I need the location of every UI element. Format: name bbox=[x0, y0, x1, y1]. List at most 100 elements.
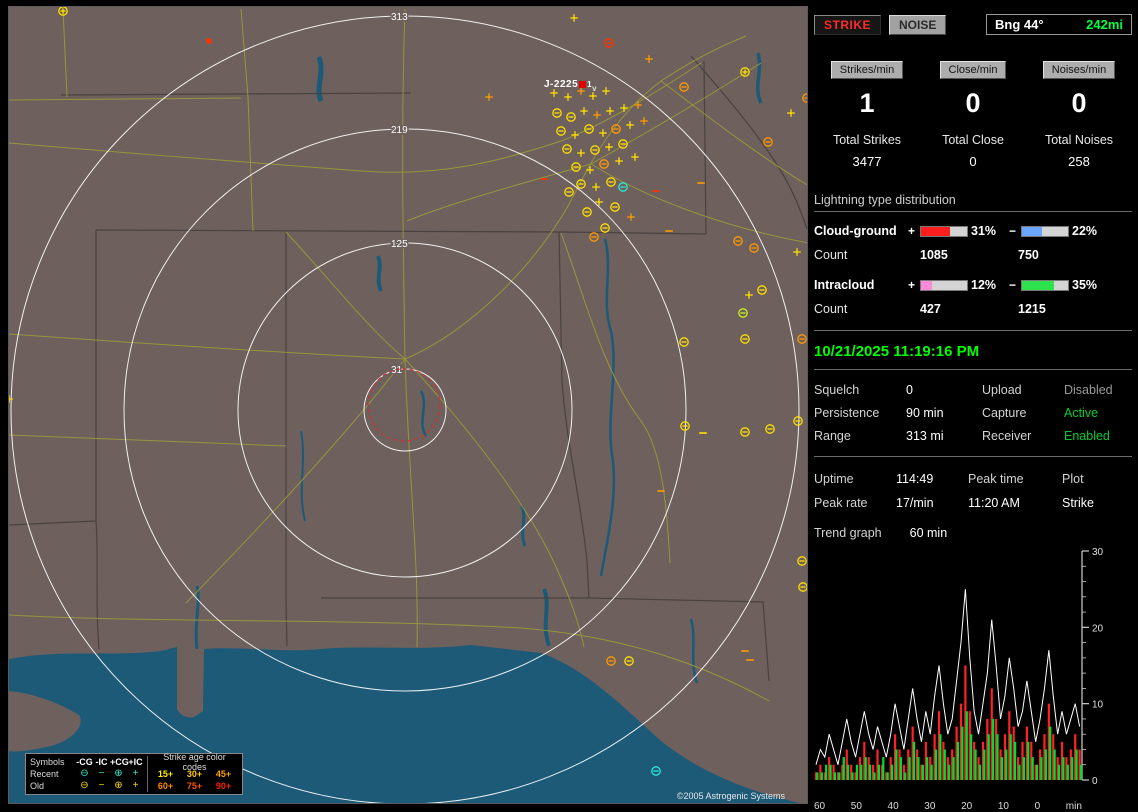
legend-symbol-icon: − bbox=[98, 768, 105, 779]
persistence-value: 90 min bbox=[906, 406, 944, 420]
ic-positive-gauge bbox=[920, 279, 968, 291]
svg-text:219: 219 bbox=[391, 125, 408, 136]
legend-col-neg-ic: -IC bbox=[95, 757, 108, 767]
plus-sign: + bbox=[907, 278, 915, 292]
copyright-text: ©2005 Astrogenic Systems bbox=[676, 791, 785, 801]
range-value: 313 mi bbox=[906, 429, 944, 443]
intracloud-count-row: Count 427 1215 bbox=[814, 302, 1132, 316]
noises-per-min-header[interactable]: Noises/min bbox=[1042, 61, 1116, 79]
trend-x-label: min bbox=[1065, 801, 1082, 812]
strikes-per-min-value: 1 bbox=[859, 88, 875, 118]
squelch-label: Squelch bbox=[814, 383, 860, 397]
legend-symbol-icon: + bbox=[132, 780, 139, 791]
strikes-column: Strikes/min 1 Total Strikes 3477 bbox=[814, 61, 920, 169]
ic-positive-percent: 12% bbox=[971, 278, 997, 292]
trend-x-axis-labels: 60 50 40 30 20 10 0 min bbox=[814, 801, 1082, 812]
cg-negative-gauge bbox=[1021, 225, 1069, 237]
plot-mode-value: Strike bbox=[1062, 496, 1094, 510]
trend-x-label: 20 bbox=[961, 801, 973, 812]
legend-col-neg-cg: -CG bbox=[76, 757, 93, 767]
total-strikes-value: 3477 bbox=[852, 154, 882, 169]
rate-counters: Strikes/min 1 Total Strikes 3477 Close/m… bbox=[814, 61, 1132, 169]
legend-symbol-icon: − bbox=[98, 780, 105, 791]
legend-symbols-header: Symbols bbox=[30, 757, 65, 767]
ic-count-label: Count bbox=[814, 302, 848, 316]
legend-age-code: 15+ bbox=[157, 769, 174, 779]
ic-negative-gauge bbox=[1021, 279, 1069, 291]
control-panel: STRIKE NOISE Bng 44° 242mi Strikes/min 1… bbox=[814, 6, 1132, 812]
legend-divider bbox=[147, 756, 148, 768]
total-close-label: Total Close bbox=[942, 133, 1004, 147]
receiver-label: Receiver bbox=[982, 429, 1032, 443]
cloud-ground-row: Cloud-ground + 31% − 22% bbox=[814, 224, 1132, 238]
legend-symbol-icon: ⊕ bbox=[114, 768, 123, 779]
legend-symbol-icon: ⊕ bbox=[114, 780, 123, 791]
close-per-min-header[interactable]: Close/min bbox=[939, 61, 1007, 79]
station-tick: v bbox=[592, 84, 598, 93]
app-window: 31 125 219 313 J-2225 1 v Symbols -CG -IC +CG… bbox=[0, 0, 1138, 812]
svg-text:10: 10 bbox=[1092, 700, 1104, 711]
trend-graph-label: Trend graph bbox=[814, 526, 882, 540]
strikes-per-min-header[interactable]: Strikes/min bbox=[830, 61, 904, 79]
capture-status: Active bbox=[1064, 406, 1099, 420]
legend-age-code: 30+ bbox=[186, 769, 203, 779]
legend-col-pos-cg: +CG bbox=[110, 757, 129, 767]
cg-count-label: Count bbox=[814, 248, 848, 262]
toolbar: STRIKE NOISE Bng 44° 242mi bbox=[814, 14, 1132, 35]
legend-age-code: 75+ bbox=[186, 781, 203, 791]
map-panel[interactable]: 31 125 219 313 J-2225 1 v Symbols -CG -IC +CG… bbox=[8, 6, 808, 804]
distance-value: 242mi bbox=[1086, 17, 1123, 32]
trend-x-label: 10 bbox=[997, 801, 1009, 812]
noises-column: Noises/min 0 Total Noises 258 bbox=[1026, 61, 1132, 169]
plot-label: Plot bbox=[1062, 472, 1084, 486]
close-column: Close/min 0 Total Close 0 bbox=[920, 61, 1026, 169]
trend-window-value: 60 min bbox=[909, 526, 948, 540]
cloud-ground-count-row: Count 1085 750 bbox=[814, 248, 1132, 262]
upload-label: Upload bbox=[982, 383, 1022, 397]
noise-toggle-button[interactable]: NOISE bbox=[889, 14, 947, 35]
uptime-value: 114:49 bbox=[896, 472, 934, 486]
trend-x-label: 50 bbox=[850, 801, 862, 812]
trend-x-label: 40 bbox=[887, 801, 899, 812]
receiver-status: Enabled bbox=[1064, 429, 1110, 443]
station-label: J-2225 1 v bbox=[544, 79, 598, 93]
minus-sign: − bbox=[1008, 224, 1016, 238]
close-per-min-value: 0 bbox=[965, 88, 981, 118]
cg-negative-count: 750 bbox=[1018, 248, 1039, 262]
trend-x-label: 30 bbox=[924, 801, 936, 812]
legend-row: Old ⊖ − ⊕ +60+ 75+ 90+ bbox=[30, 780, 238, 792]
upload-status: Disabled bbox=[1064, 383, 1113, 397]
distribution-title: Lightning type distribution bbox=[814, 193, 1132, 212]
intracloud-label: Intracloud bbox=[814, 278, 875, 292]
datetime-display: 10/21/2025 11:19:16 PM bbox=[814, 343, 1132, 370]
legend-col-pos-ic: +IC bbox=[128, 757, 143, 767]
trend-x-label: 60 bbox=[814, 801, 826, 812]
ic-positive-count: 427 bbox=[920, 302, 941, 316]
svg-text:30: 30 bbox=[1092, 548, 1104, 558]
total-close-value: 0 bbox=[969, 154, 977, 169]
legend-age-code: 90+ bbox=[215, 781, 232, 791]
persistence-label: Persistence bbox=[814, 406, 880, 420]
legend-symbol-icon: ⊖ bbox=[80, 780, 89, 791]
legend-age-code: 45+ bbox=[215, 769, 232, 779]
squelch-value: 0 bbox=[906, 383, 913, 397]
ic-negative-percent: 35% bbox=[1072, 278, 1098, 292]
uptime-label: Uptime bbox=[814, 472, 854, 486]
svg-text:313: 313 bbox=[391, 12, 408, 23]
svg-text:0: 0 bbox=[1092, 776, 1098, 787]
legend-age-code: 60+ bbox=[157, 781, 174, 791]
cg-positive-count: 1085 bbox=[920, 248, 948, 262]
ic-negative-count: 1215 bbox=[1018, 302, 1046, 316]
session-table: Uptime 114:49 Peak time Plot Peak rate 1… bbox=[814, 472, 1132, 510]
bearing-value: Bng 44° bbox=[995, 17, 1044, 32]
lightning-distribution: Cloud-ground + 31% − 22% Count 1085 750 … bbox=[814, 224, 1132, 331]
trend-x-label: 0 bbox=[1034, 801, 1041, 812]
svg-text:20: 20 bbox=[1092, 623, 1104, 634]
strike-toggle-button[interactable]: STRIKE bbox=[814, 14, 882, 35]
capture-label: Capture bbox=[982, 406, 1027, 420]
bearing-display: Bng 44° 242mi bbox=[986, 14, 1132, 35]
peak-time-label: Peak time bbox=[968, 472, 1024, 486]
settings-table: Squelch 0 Upload Disabled Persistence 90… bbox=[814, 383, 1132, 457]
map-canvas[interactable]: 31125219313 bbox=[9, 7, 808, 804]
symbol-legend: Symbols -CG -IC +CG +IC Strike age color… bbox=[25, 752, 243, 795]
